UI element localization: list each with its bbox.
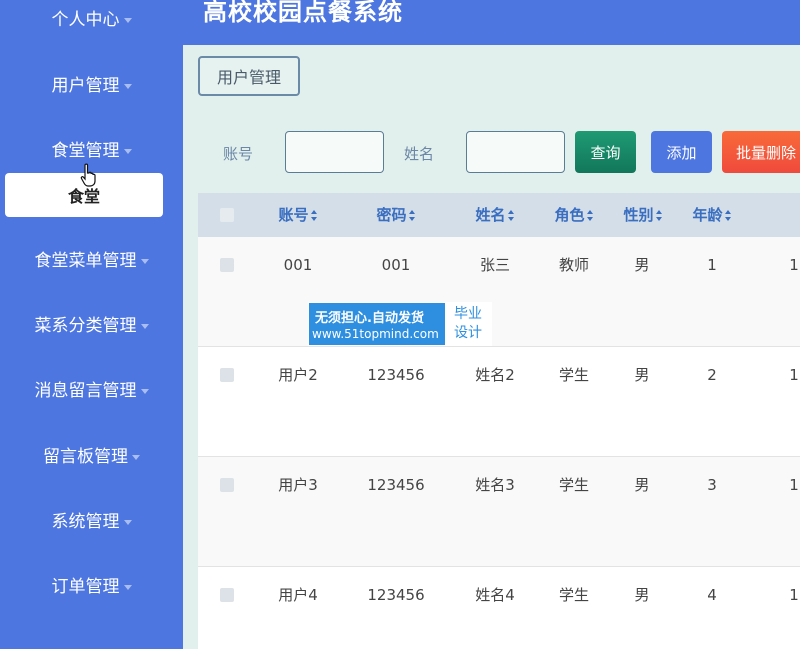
- sidebar: 个人中心 用户管理 食堂管理 食堂 食堂菜单管理 菜系分类管理 消息留言管理 留…: [0, 0, 183, 649]
- account-label: 账号: [223, 145, 254, 163]
- watermark-badge: 无须担心.自动发货 www.51topmind.com 毕业 设计: [308, 302, 492, 346]
- sidebar-item-system[interactable]: 系统管理: [0, 510, 183, 534]
- app-title: 高校校园点餐系统: [203, 0, 403, 26]
- cell-gender: 男: [634, 256, 650, 274]
- chevron-down-icon: [123, 148, 132, 154]
- table-row[interactable]: 用户4 123456 姓名4 学生 男 4 1: [198, 567, 800, 649]
- sidebar-item-messages[interactable]: 消息留言管理: [0, 379, 183, 403]
- cell-extra: 1: [789, 586, 799, 604]
- sort-icon: [724, 210, 732, 221]
- sidebar-item-label: 菜系分类管理: [34, 316, 137, 336]
- cell-name: 姓名4: [475, 586, 515, 604]
- sidebar-item-label: 个人中心: [51, 10, 120, 30]
- watermark-url: www.51topmind.com: [312, 327, 439, 341]
- watermark-side-line2: 设计: [454, 325, 482, 341]
- column-header-role[interactable]: 角色: [534, 193, 614, 237]
- cell-name: 姓名3: [475, 476, 515, 494]
- sidebar-item-canteen-menu[interactable]: 食堂菜单管理: [0, 249, 183, 273]
- main-content: 用户管理 账号 姓名 查询 添加 批量删除 账号 密码 姓名 角色 性别 年龄 …: [183, 45, 800, 649]
- sidebar-item-label: 留言板管理: [43, 447, 128, 467]
- sidebar-item-label: 食堂管理: [51, 141, 120, 161]
- account-input[interactable]: [285, 131, 384, 173]
- query-button[interactable]: 查询: [575, 131, 636, 173]
- cell-password: 123456: [367, 476, 425, 494]
- breadcrumb[interactable]: 用户管理: [198, 56, 300, 96]
- table-header: 账号 密码 姓名 角色 性别 年龄: [198, 193, 800, 237]
- cell-age: 3: [707, 476, 717, 494]
- column-header-age[interactable]: 年龄: [672, 193, 752, 237]
- cell-extra: 1: [789, 366, 799, 384]
- table-row[interactable]: 001 001 张三 教师 男 1 1: [198, 237, 800, 347]
- sidebar-item-message-board[interactable]: 留言板管理: [0, 445, 183, 469]
- table-row[interactable]: 用户3 123456 姓名3 学生 男 3 1: [198, 457, 800, 567]
- column-header-name[interactable]: 姓名: [455, 193, 535, 237]
- sidebar-item-cuisine-category[interactable]: 菜系分类管理: [0, 314, 183, 338]
- sidebar-item-label: 消息留言管理: [34, 381, 137, 401]
- watermark-text-block: 无须担心.自动发货 www.51topmind.com: [309, 303, 445, 345]
- cell-name: 张三: [479, 256, 510, 274]
- cell-account: 用户4: [278, 586, 318, 604]
- sort-icon: [586, 210, 594, 221]
- cell-age: 1: [707, 256, 717, 274]
- sidebar-item-label: 食堂菜单管理: [34, 251, 137, 271]
- cell-extra: 1: [789, 476, 799, 494]
- select-all-checkbox[interactable]: [220, 208, 234, 222]
- users-table: 账号 密码 姓名 角色 性别 年龄 001 001 张三 教师 男 1 1 用户…: [198, 193, 800, 649]
- row-checkbox[interactable]: [220, 258, 234, 272]
- header: 高校校园点餐系统: [183, 0, 800, 45]
- watermark-side-line1: 毕业: [454, 306, 482, 322]
- chevron-down-icon: [123, 17, 132, 23]
- cell-name: 姓名2: [475, 366, 515, 384]
- column-header-account[interactable]: 账号: [258, 193, 338, 237]
- sidebar-item-users[interactable]: 用户管理: [0, 74, 183, 98]
- cell-gender: 男: [634, 476, 650, 494]
- cell-account: 001: [283, 256, 313, 274]
- sidebar-item-label: 用户管理: [51, 76, 120, 96]
- cell-password: 123456: [367, 366, 425, 384]
- cell-gender: 男: [634, 366, 650, 384]
- sidebar-item-label: 订单管理: [51, 577, 120, 597]
- watermark-side-block: 毕业 设计: [445, 303, 491, 345]
- watermark-line1: 无须担心.自动发货: [315, 311, 424, 326]
- add-button[interactable]: 添加: [651, 131, 712, 173]
- cell-gender: 男: [634, 586, 650, 604]
- cell-account: 用户2: [278, 366, 318, 384]
- chevron-down-icon: [123, 584, 132, 590]
- chevron-down-icon: [123, 519, 132, 525]
- sidebar-item-label: 系统管理: [51, 512, 120, 532]
- column-header-password[interactable]: 密码: [356, 193, 436, 237]
- cell-extra: 1: [789, 256, 799, 274]
- sidebar-item-orders[interactable]: 订单管理: [0, 575, 183, 599]
- table-row[interactable]: 用户2 123456 姓名2 学生 男 2 1: [198, 347, 800, 457]
- sort-icon: [655, 210, 663, 221]
- row-checkbox[interactable]: [220, 478, 234, 492]
- sort-icon: [507, 210, 515, 221]
- chevron-down-icon: [132, 454, 140, 460]
- cell-age: 2: [707, 366, 717, 384]
- sidebar-item-profile[interactable]: 个人中心: [0, 8, 183, 32]
- row-checkbox[interactable]: [220, 368, 234, 382]
- chevron-down-icon: [140, 388, 149, 394]
- hand-pointer-icon: [80, 163, 96, 187]
- cell-password: 001: [381, 256, 411, 274]
- column-header-gender[interactable]: 性别: [603, 193, 683, 237]
- cell-password: 123456: [367, 586, 425, 604]
- sort-icon: [408, 210, 416, 221]
- row-checkbox[interactable]: [220, 588, 234, 602]
- sort-icon: [310, 210, 318, 221]
- batch-delete-button[interactable]: 批量删除: [722, 131, 800, 173]
- name-label: 姓名: [404, 145, 435, 163]
- chevron-down-icon: [140, 323, 149, 329]
- chevron-down-icon: [123, 83, 132, 89]
- name-input[interactable]: [466, 131, 565, 173]
- cell-age: 4: [707, 586, 717, 604]
- cell-account: 用户3: [278, 476, 318, 494]
- chevron-down-icon: [140, 258, 149, 264]
- sidebar-item-canteen[interactable]: 食堂管理: [0, 139, 183, 163]
